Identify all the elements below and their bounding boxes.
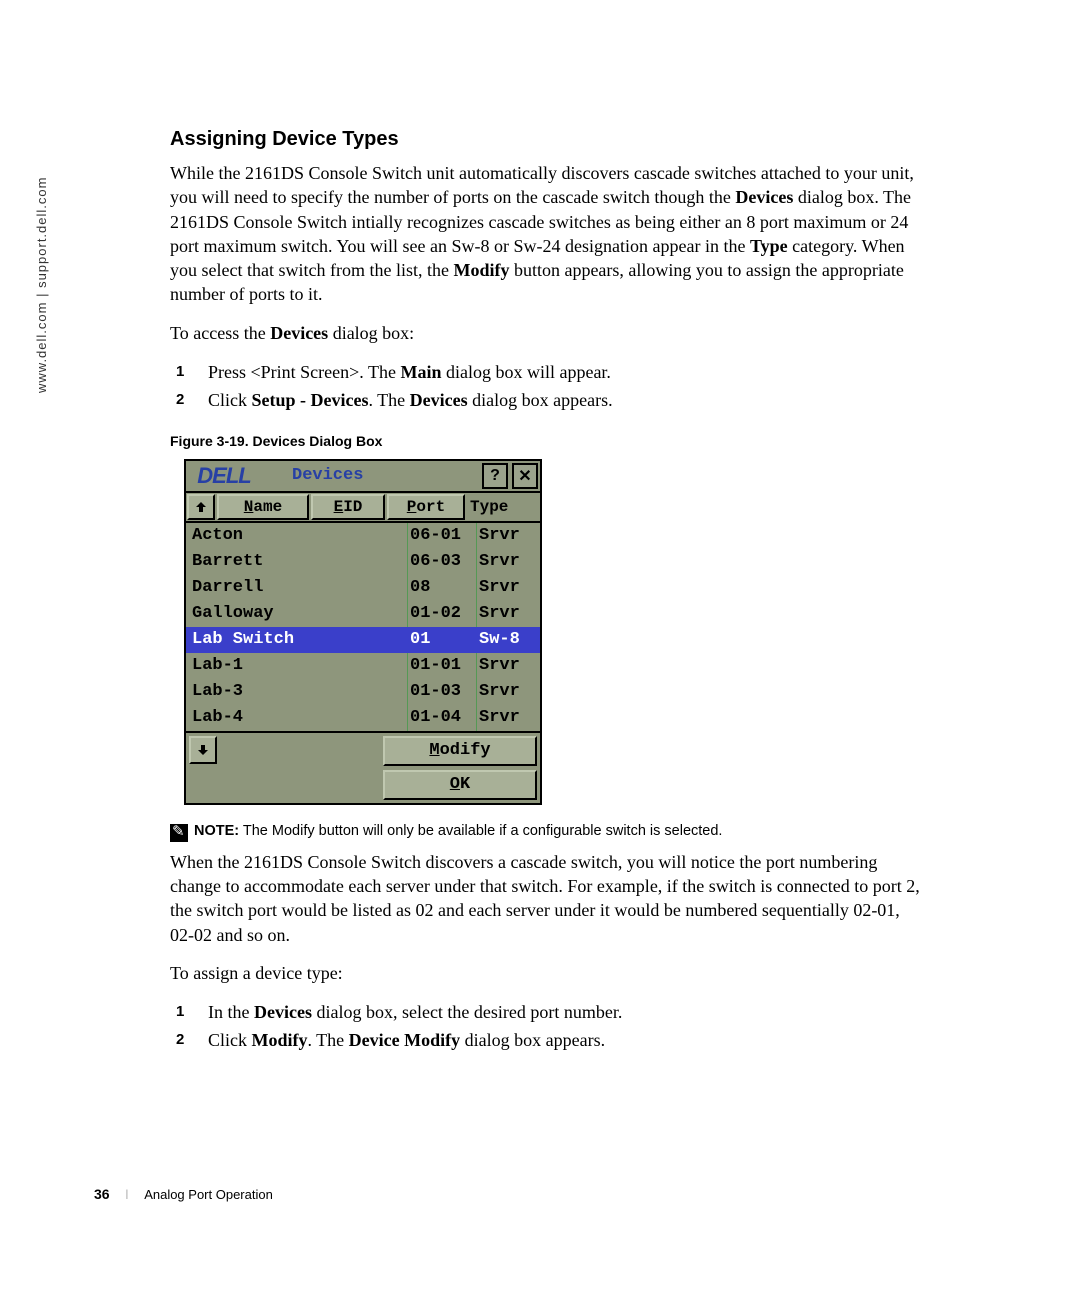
cell-name: Lab-4: [186, 705, 407, 731]
cell-port: 01-03: [407, 679, 477, 705]
sidebar-url: www.dell.com | support.dell.com: [34, 130, 58, 400]
steps-access: 1 Press <Print Screen>. The Main dialog …: [170, 359, 920, 415]
scroll-up-button[interactable]: [187, 494, 215, 520]
footer-section: Analog Port Operation: [144, 1187, 273, 1202]
paragraph-1: While the 2161DS Console Switch unit aut…: [170, 161, 920, 307]
cell-type: Srvr: [477, 653, 540, 679]
step-2: 2 Click Modify. The Device Modify dialog…: [170, 1027, 920, 1055]
table-row[interactable]: Galloway01-02Srvr: [186, 601, 540, 627]
header-port-button[interactable]: Port: [387, 494, 465, 520]
step-2: 2 Click Setup - Devices. The Devices dia…: [170, 387, 920, 415]
paragraph-3: When the 2161DS Console Switch discovers…: [170, 850, 920, 947]
device-rows: Acton06-01SrvrBarrett06-03SrvrDarrell08S…: [186, 523, 540, 731]
header-name-button[interactable]: Name: [217, 494, 309, 520]
cell-type: Srvr: [477, 523, 540, 549]
cell-name: Barrett: [186, 549, 407, 575]
table-row[interactable]: Acton06-01Srvr: [186, 523, 540, 549]
cell-port: 01-02: [407, 601, 477, 627]
cell-name: Acton: [186, 523, 407, 549]
header-eid-button[interactable]: EID: [311, 494, 385, 520]
page-number: 36: [94, 1186, 110, 1202]
page-footer: 36 | Analog Port Operation: [94, 1186, 273, 1202]
close-button[interactable]: ✕: [512, 463, 538, 489]
devices-dialog: DELL Devices ? ✕ Name EID Port Type Acto…: [184, 459, 542, 805]
table-row[interactable]: Lab-301-03Srvr: [186, 679, 540, 705]
cell-port: 01: [407, 627, 477, 653]
table-row[interactable]: Lab-101-01Srvr: [186, 653, 540, 679]
cell-type: Srvr: [477, 705, 540, 731]
cell-port: 01-01: [407, 653, 477, 679]
column-headers: Name EID Port Type: [186, 493, 540, 523]
table-row[interactable]: Lab-401-04Srvr: [186, 705, 540, 731]
dialog-title: Devices: [262, 466, 480, 485]
steps-assign: 1 In the Devices dialog box, select the …: [170, 999, 920, 1055]
table-row[interactable]: Barrett06-03Srvr: [186, 549, 540, 575]
cell-name: Lab-1: [186, 653, 407, 679]
help-button[interactable]: ?: [482, 463, 508, 489]
table-row[interactable]: Lab Switch01Sw-8: [186, 627, 540, 653]
table-row[interactable]: Darrell08Srvr: [186, 575, 540, 601]
modify-button[interactable]: Modify: [383, 736, 537, 766]
figure-caption: Figure 3-19. Devices Dialog Box: [170, 433, 920, 449]
ok-button[interactable]: OK: [383, 770, 537, 800]
note-text: NOTE: The Modify button will only be ava…: [194, 823, 722, 839]
scroll-down-icon: [197, 744, 209, 756]
scroll-down-button[interactable]: [189, 736, 217, 764]
step-1: 1 Press <Print Screen>. The Main dialog …: [170, 359, 920, 387]
step-1: 1 In the Devices dialog box, select the …: [170, 999, 920, 1027]
cell-type: Srvr: [477, 679, 540, 705]
section-heading: Assigning Device Types: [170, 128, 920, 151]
cell-port: 06-03: [407, 549, 477, 575]
cell-port: 06-01: [407, 523, 477, 549]
sidebar-text: www.dell.com | support.dell.com: [34, 123, 49, 393]
cell-type: Srvr: [477, 575, 540, 601]
header-type-label: Type: [466, 493, 540, 521]
cell-port: 08: [407, 575, 477, 601]
cell-name: Lab Switch: [186, 627, 407, 653]
cell-port: 01-04: [407, 705, 477, 731]
note-block: NOTE: The Modify button will only be ava…: [170, 823, 920, 842]
dialog-titlebar: DELL Devices ? ✕: [186, 461, 540, 493]
cell-name: Lab-3: [186, 679, 407, 705]
cell-name: Darrell: [186, 575, 407, 601]
cell-type: Srvr: [477, 601, 540, 627]
cell-type: Sw-8: [477, 627, 540, 653]
note-icon: [170, 824, 188, 842]
footer-separator: |: [126, 1189, 129, 1200]
paragraph-2: To access the Devices dialog box:: [170, 321, 920, 345]
cell-name: Galloway: [186, 601, 407, 627]
scroll-up-icon: [195, 501, 207, 513]
paragraph-4: To assign a device type:: [170, 961, 920, 985]
dell-logo: DELL: [188, 463, 260, 489]
cell-type: Srvr: [477, 549, 540, 575]
